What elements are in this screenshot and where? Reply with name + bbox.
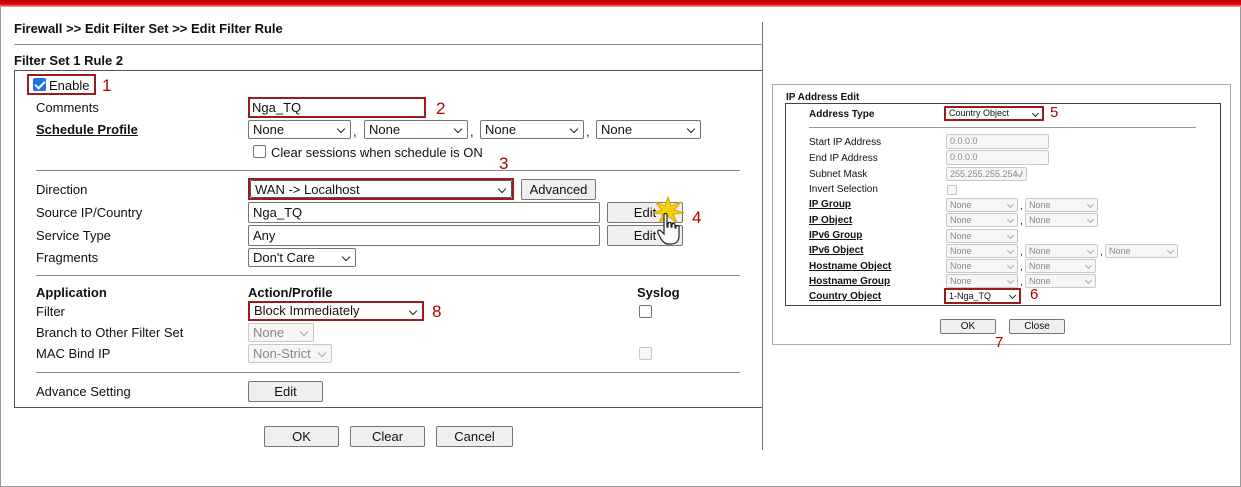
enable-label: Enable (49, 78, 90, 93)
end-ip-label: End IP Address (809, 153, 878, 164)
ip-group-link[interactable]: IP Group (809, 199, 851, 210)
fragments-label: Fragments (36, 250, 99, 265)
direction-select[interactable]: WAN -> Localhost (250, 180, 512, 198)
clear-button[interactable]: Clear (350, 426, 425, 447)
comma: , (470, 124, 474, 139)
comma: , (1020, 247, 1023, 258)
hostname-object-select-2: None (1025, 259, 1096, 273)
subnet-mask-select: 255.255.255.254 / 31 (946, 167, 1027, 181)
divider (36, 372, 740, 373)
comma: , (1100, 247, 1103, 258)
hostname-object-select-1: None (946, 259, 1018, 273)
annotation-6: 6 (1030, 286, 1039, 303)
fragments-select[interactable]: Don't Care (248, 248, 356, 267)
enable-checkbox[interactable] (33, 78, 46, 91)
comma: , (353, 124, 357, 139)
subnet-mask-label: Subnet Mask (809, 169, 868, 180)
section-title: Filter Set 1 Rule 2 (14, 53, 124, 68)
ip-group-select-1: None (946, 198, 1018, 212)
comma: , (1020, 262, 1023, 273)
ipv6-group-link[interactable]: IPv6 Group (809, 230, 862, 241)
schedule-select-2[interactable]: None (364, 120, 468, 139)
annotation-3: 3 (499, 154, 509, 173)
cancel-button[interactable]: Cancel (436, 426, 513, 447)
ipv6-object-select-2: None (1025, 244, 1098, 258)
breadcrumb: Firewall >> Edit Filter Set >> Edit Filt… (14, 21, 283, 36)
schedule-profile-link[interactable]: Schedule Profile (36, 122, 138, 137)
panel-separator (762, 22, 763, 450)
branch-label: Branch to Other Filter Set (36, 325, 184, 340)
hostname-group-select-1: None (946, 274, 1018, 288)
annotation-8: 8 (432, 302, 442, 321)
syslog-header: Syslog (637, 285, 680, 300)
address-type-select[interactable]: Country Object (946, 108, 1042, 119)
clear-sessions-label: Clear sessions when schedule is ON (271, 145, 483, 160)
breadcrumb-divider (14, 44, 762, 45)
source-label: Source IP/Country (36, 205, 143, 220)
ip-edit-ok-button[interactable]: OK (940, 319, 996, 334)
action-profile-header: Action/Profile (248, 285, 333, 300)
service-input[interactable]: Any (248, 225, 600, 246)
ip-edit-title: IP Address Edit (786, 92, 860, 103)
schedule-select-3[interactable]: None (480, 120, 584, 139)
comma: , (586, 124, 590, 139)
invert-selection-checkbox (947, 185, 957, 195)
start-ip-input: 0.0.0.0 (946, 134, 1049, 149)
ipv6-object-link[interactable]: IPv6 Object (809, 245, 863, 256)
ip-object-select-2: None (1025, 213, 1098, 227)
annotation-7: 7 (995, 334, 1004, 351)
ip-edit-close-button[interactable]: Close (1009, 319, 1065, 334)
service-label: Service Type (36, 228, 111, 243)
filter-syslog-checkbox[interactable] (639, 305, 652, 318)
filter-label: Filter (36, 304, 65, 319)
direction-label: Direction (36, 182, 88, 197)
application-header: Application (36, 285, 107, 300)
divider (809, 127, 1196, 128)
mac-syslog-checkbox (639, 347, 652, 360)
filter-action-select[interactable]: Block Immediately (250, 303, 422, 319)
hostname-group-link[interactable]: Hostname Group (809, 276, 890, 287)
ok-button[interactable]: OK (264, 426, 339, 447)
address-type-label: Address Type (809, 109, 875, 120)
mac-bind-select: Non-Strict (248, 344, 332, 363)
source-input[interactable]: Nga_TQ (248, 202, 600, 223)
mac-bind-label: MAC Bind IP (36, 346, 111, 361)
ipv6-object-select-3: None (1105, 244, 1178, 258)
comma: , (1020, 277, 1023, 288)
ip-group-select-2: None (1025, 198, 1098, 212)
annotation-5: 5 (1050, 104, 1059, 121)
advanced-button[interactable]: Advanced (521, 179, 596, 200)
advance-setting-label: Advance Setting (36, 384, 131, 399)
invert-selection-label: Invert Selection (809, 184, 878, 195)
start-ip-label: Start IP Address (809, 137, 882, 148)
ip-object-link[interactable]: IP Object (809, 215, 852, 226)
clear-sessions-checkbox[interactable] (253, 145, 266, 158)
hand-cursor-icon (657, 212, 680, 245)
ip-object-select-1: None (946, 213, 1018, 227)
comments-input[interactable]: Nga_TQ (252, 100, 301, 115)
divider (36, 170, 740, 171)
end-ip-input: 0.0.0.0 (946, 150, 1049, 165)
schedule-select-4[interactable]: None (596, 120, 701, 139)
ipv6-group-select: None (946, 229, 1018, 243)
country-object-select[interactable]: 1-Nga_TQ (946, 290, 1019, 302)
top-accent-bar (0, 0, 1241, 7)
hostname-object-link[interactable]: Hostname Object (809, 261, 891, 272)
annotation-4: 4 (692, 208, 702, 227)
comma: , (1020, 216, 1023, 227)
country-object-link[interactable]: Country Object (809, 291, 881, 302)
annotation-2: 2 (436, 99, 446, 118)
comments-label: Comments (36, 100, 99, 115)
schedule-select-1[interactable]: None (248, 120, 351, 139)
advance-edit-button[interactable]: Edit (248, 381, 323, 402)
annotation-1: 1 (102, 76, 112, 95)
ipv6-object-select-1: None (946, 244, 1018, 258)
divider (36, 275, 740, 276)
branch-select: None (248, 323, 314, 342)
comma: , (1020, 201, 1023, 212)
